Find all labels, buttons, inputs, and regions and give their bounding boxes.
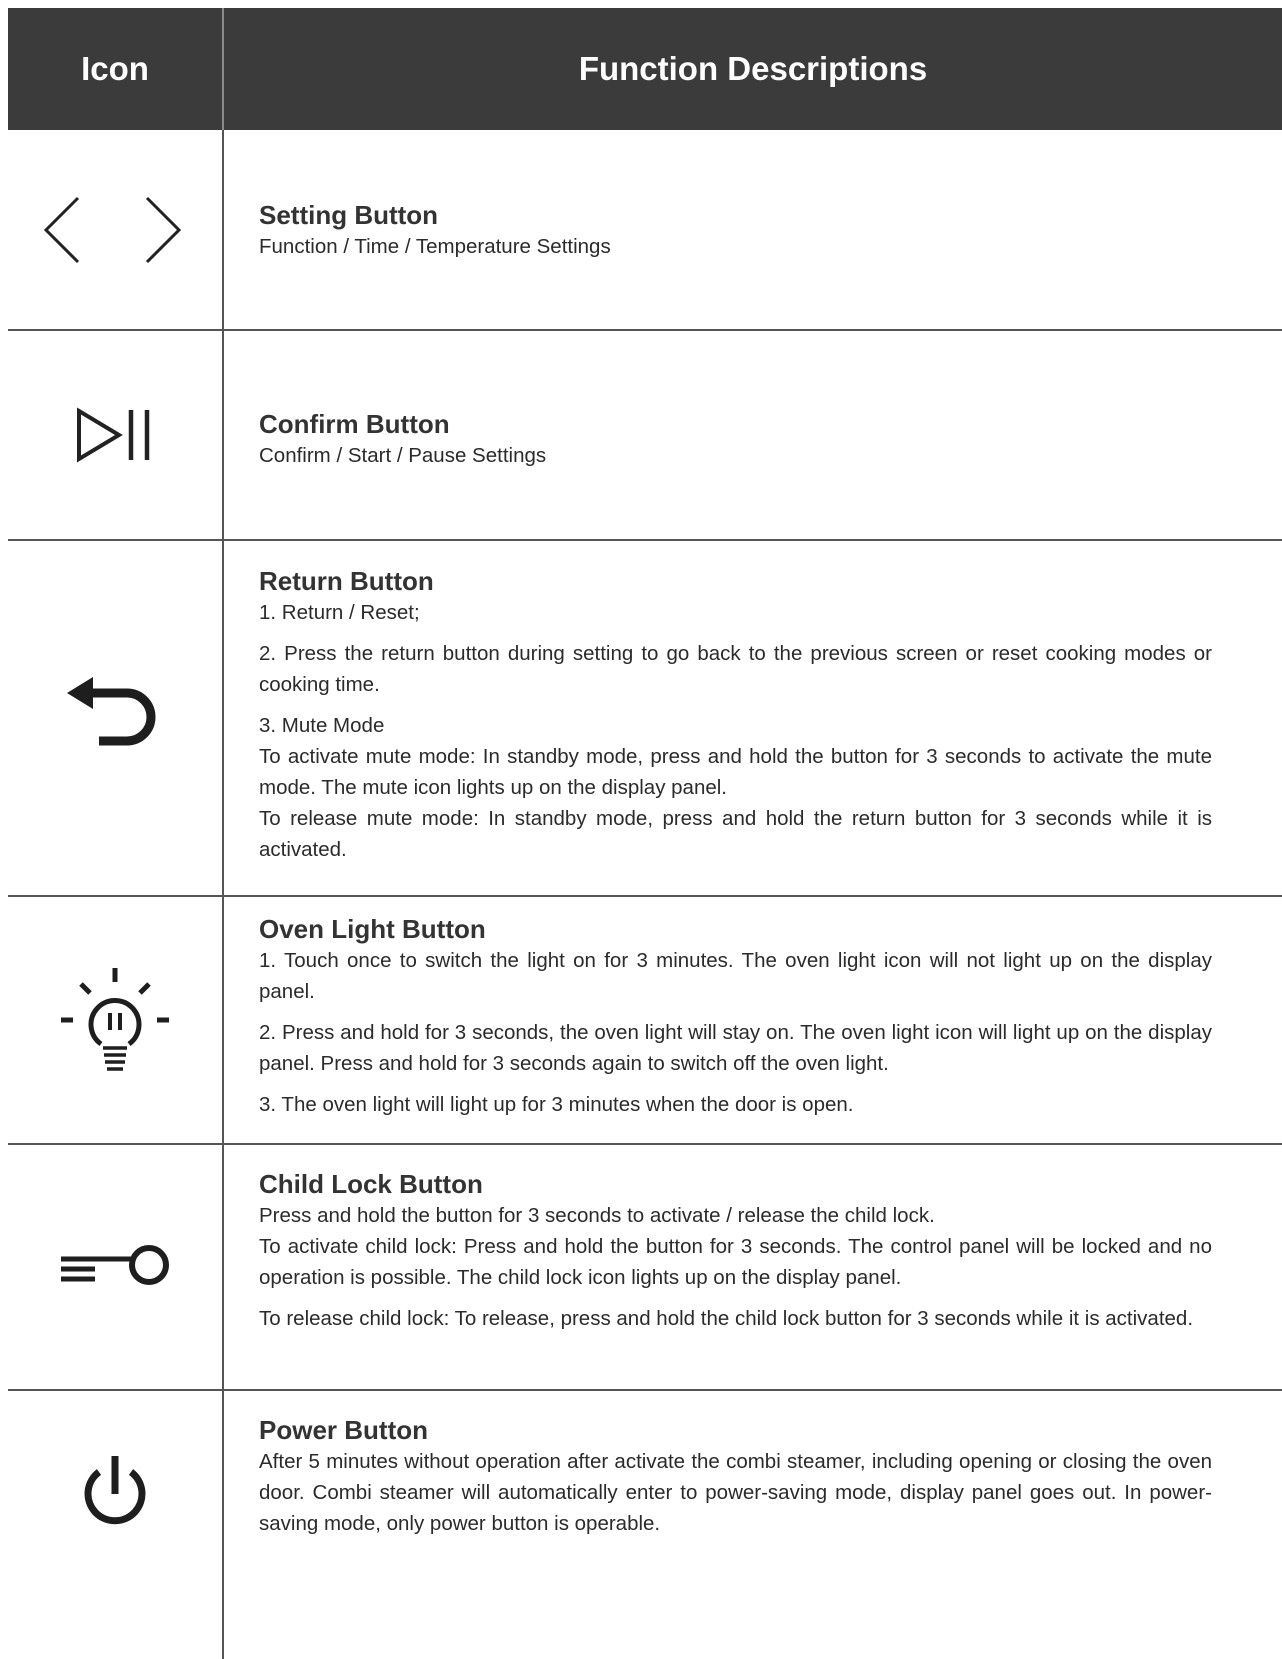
return-arrow-icon [67,677,156,746]
row-title: Oven Light Button [259,914,486,944]
row-title: Setting Button [259,200,439,230]
row-text: Confirm / Start / Pause Settings [259,444,547,467]
row-text: To activate mute mode: In standby mode, … [259,745,1212,799]
row-text: 3. Mute Mode [259,714,385,737]
key-lock-icon [61,1245,169,1285]
row-text: Press and hold the button for 3 seconds … [259,1204,935,1227]
table-row-icon-cell [8,331,222,539]
row-title: Return Button [259,566,434,596]
row-title: Power Button [259,1415,428,1445]
row-text: After 5 minutes without operation after … [259,1450,1212,1535]
table-row-icon-cell [8,1391,222,1591]
function-table: Icon Function Descriptions Setting Butto… [0,0,1282,1659]
table-row-description: Confirm Button Confirm / Start / Pause S… [259,408,1212,471]
table-row-icon-cell [8,1145,222,1389]
row-text: 3. The oven light will light up for 3 mi… [259,1093,854,1116]
table-row-description: Return Button 1. Return / Reset; 2. Pres… [259,565,1212,865]
light-bulb-icon [61,968,169,1071]
row-text: 2. Press and hold for 3 seconds, the ove… [259,1021,1212,1075]
row-text: To release child lock: To release, press… [259,1307,1194,1330]
row-title: Confirm Button [259,409,450,439]
table-row-description: Setting Button Function / Time / Tempera… [259,199,1212,262]
power-icon [84,1456,146,1525]
row-text: 1. Return / Reset; [259,601,420,624]
table-row-icon-cell [8,897,222,1143]
row-text: To activate child lock: Press and hold t… [259,1235,1212,1289]
header-description-column: Function Descriptions [578,50,928,87]
row-text: 1. Touch once to switch the light on for… [259,949,1212,1003]
table-row-description: Oven Light Button 1. Touch once to switc… [259,913,1212,1120]
play-pause-icon [77,407,150,463]
row-text: Function / Time / Temperature Settings [259,235,611,258]
header-icon-column: Icon [81,50,149,87]
row-title: Child Lock Button [259,1169,483,1199]
row-text: To release mute mode: In standby mode, p… [259,807,1212,861]
table-row-description: Power Button After 5 minutes without ope… [259,1414,1212,1539]
table-row-description: Child Lock Button Press and hold the but… [259,1168,1212,1334]
table-header: Icon Function Descriptions [8,8,1282,130]
table-row-icon-cell [8,541,222,895]
left-right-chevrons-icon [43,196,182,263]
row-text: 2. Press the return button during settin… [259,642,1212,696]
table-row-icon-cell [8,130,222,329]
